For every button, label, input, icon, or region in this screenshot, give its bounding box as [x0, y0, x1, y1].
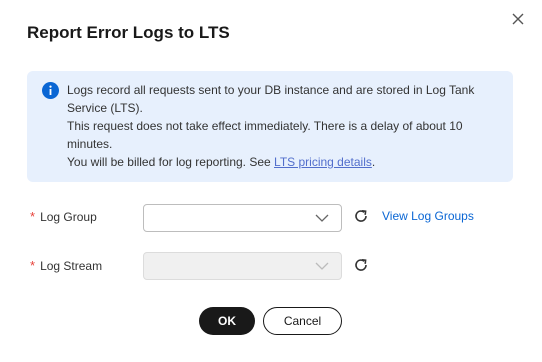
info-text: Logs record all requests sent to your DB… — [67, 81, 497, 171]
report-error-logs-dialog: Report Error Logs to LTS Logs record all… — [0, 0, 542, 362]
lts-pricing-link[interactable]: LTS pricing details — [274, 155, 372, 169]
log-stream-refresh-icon[interactable] — [353, 257, 369, 273]
close-icon[interactable] — [511, 12, 525, 26]
info-line-logs: Logs record all requests sent to your DB… — [67, 83, 475, 115]
log-group-label-text: Log Group — [40, 209, 97, 224]
log-stream-label-text: Log Stream — [40, 258, 103, 273]
info-banner: Logs record all requests sent to your DB… — [27, 71, 513, 182]
info-icon — [42, 82, 59, 99]
billing-text: You will be billed for log reporting. Se… — [67, 155, 275, 169]
required-mark: * — [30, 209, 36, 224]
chevron-down-icon — [315, 262, 329, 270]
info-line-delay: This request does not take effect immedi… — [67, 119, 463, 151]
dialog-title: Report Error Logs to LTS — [27, 23, 230, 42]
chevron-down-icon — [315, 214, 329, 222]
billing-suffix: . — [371, 155, 376, 169]
required-mark: * — [30, 258, 36, 273]
ok-button[interactable]: OK — [199, 307, 255, 335]
log-group-refresh-icon[interactable] — [353, 208, 369, 224]
log-group-select[interactable] — [143, 204, 342, 232]
log-stream-label: * Log Stream — [30, 258, 102, 273]
info-line-billing: You will be billed for log reporting. Se… — [67, 153, 497, 171]
cancel-button[interactable]: Cancel — [263, 307, 342, 335]
log-stream-select[interactable] — [143, 252, 342, 280]
log-group-label: * Log Group — [30, 209, 97, 224]
view-log-groups-link[interactable]: View Log Groups — [382, 209, 474, 223]
